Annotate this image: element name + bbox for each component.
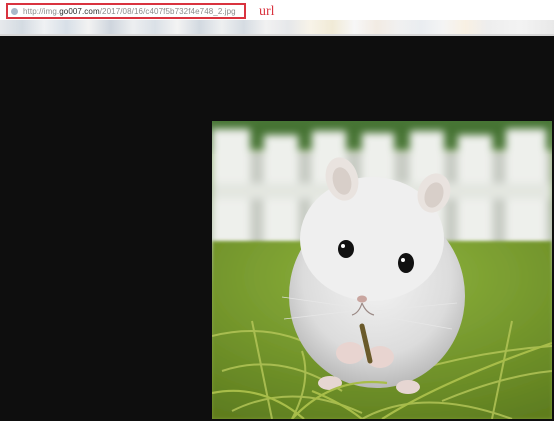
hamster-photo	[212, 121, 552, 419]
browser-toolbar: http://img.go007.com/2017/08/16/c407f5b7…	[0, 0, 554, 36]
address-bar[interactable]: http://img.go007.com/2017/08/16/c407f5b7…	[6, 3, 246, 19]
address-url[interactable]: http://img.go007.com/2017/08/16/c407f5b7…	[23, 7, 236, 16]
url-prefix: http://img.	[23, 6, 60, 16]
globe-icon	[11, 7, 18, 15]
url-path: /2017/08/16/c407f5b732f4e748_2.jpg	[99, 6, 236, 16]
url-annotation: url	[259, 4, 275, 19]
url-host: go007.com	[59, 6, 100, 16]
